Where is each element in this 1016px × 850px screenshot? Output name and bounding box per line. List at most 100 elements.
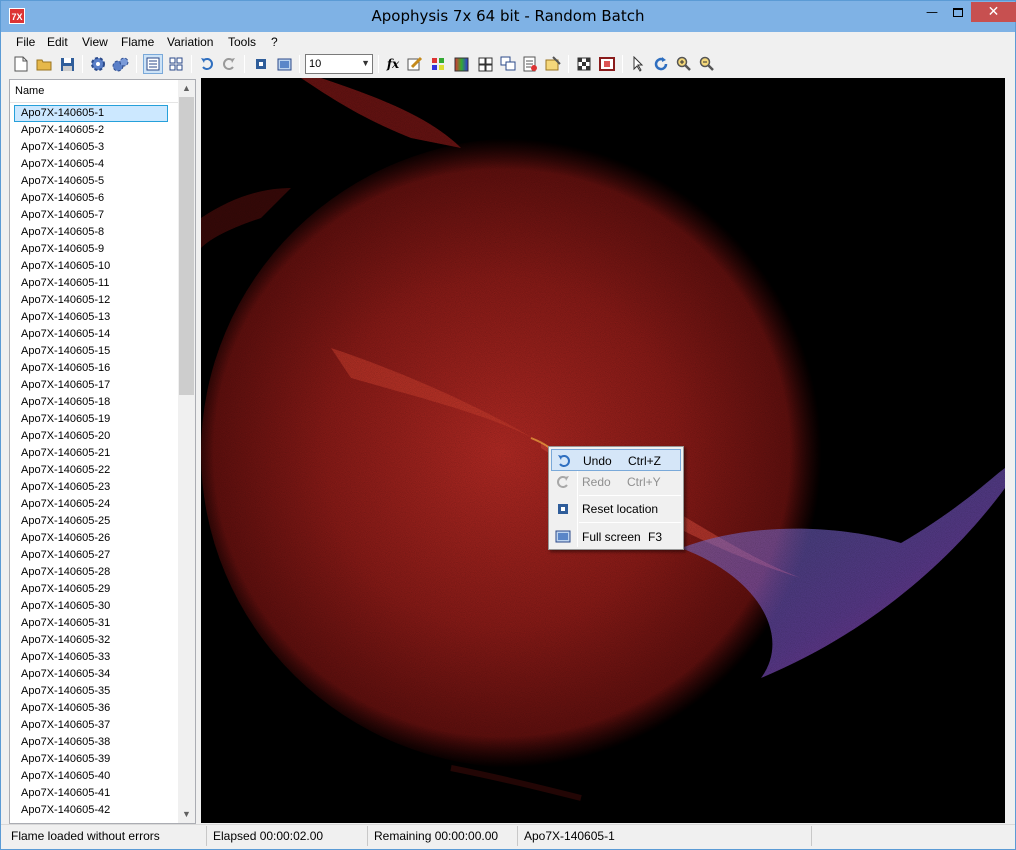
list-item[interactable]: Apo7X-140605-3	[14, 139, 168, 156]
list-item[interactable]: Apo7X-140605-31	[14, 615, 168, 632]
list-item[interactable]: Apo7X-140605-42	[14, 802, 168, 819]
list-item[interactable]: Apo7X-140605-4	[14, 156, 168, 173]
list-item[interactable]: Apo7X-140605-37	[14, 717, 168, 734]
undo-icon	[558, 455, 570, 467]
status-bar: Flame loaded without errors Elapsed 00:0…	[1, 824, 1015, 849]
maximize-icon	[953, 8, 963, 17]
options-icon[interactable]	[543, 54, 563, 74]
list-item[interactable]: Apo7X-140605-34	[14, 666, 168, 683]
list-header[interactable]: Name	[10, 80, 178, 103]
flame-list[interactable]: Name Apo7X-140605-1 Apo7X-140605-2 Apo7X-1…	[9, 79, 196, 824]
list-item[interactable]: Apo7X-140605-1	[14, 105, 168, 122]
list-item[interactable]: Apo7X-140605-40	[14, 768, 168, 785]
ctx-full-screen[interactable]: Full screen F3	[551, 526, 681, 548]
zoom-in-icon[interactable]	[674, 54, 694, 74]
maximize-button[interactable]	[945, 2, 971, 22]
list-item[interactable]: Apo7X-140605-32	[14, 632, 168, 649]
reset-location-icon	[558, 504, 568, 514]
list-rows: Apo7X-140605-1 Apo7X-140605-2 Apo7X-140605…	[10, 105, 178, 819]
undo-icon[interactable]	[197, 54, 217, 74]
ctx-redo[interactable]: Redo Ctrl+Y	[551, 471, 681, 493]
list-item[interactable]: Apo7X-140605-18	[14, 394, 168, 411]
list-item[interactable]: Apo7X-140605-9	[14, 241, 168, 258]
scroll-thumb[interactable]	[179, 97, 194, 395]
list-item[interactable]: Apo7X-140605-26	[14, 530, 168, 547]
list-view-icon[interactable]	[143, 54, 163, 74]
list-item[interactable]: Apo7X-140605-11	[14, 275, 168, 292]
menu-view[interactable]: View	[82, 34, 108, 50]
list-item[interactable]: Apo7X-140605-30	[14, 598, 168, 615]
redo-icon[interactable]	[219, 54, 239, 74]
list-item[interactable]: Apo7X-140605-25	[14, 513, 168, 530]
list-item[interactable]: Apo7X-140605-22	[14, 462, 168, 479]
editor-icon[interactable]: fx	[383, 54, 403, 74]
list-item[interactable]: Apo7X-140605-21	[14, 445, 168, 462]
list-item[interactable]: Apo7X-140605-39	[14, 751, 168, 768]
menu-flame[interactable]: Flame	[121, 34, 154, 50]
quality-combo[interactable]: 10 ▼	[305, 54, 373, 74]
list-item[interactable]: Apo7X-140605-29	[14, 581, 168, 598]
list-item[interactable]: Apo7X-140605-12	[14, 292, 168, 309]
list-item[interactable]: Apo7X-140605-19	[14, 411, 168, 428]
ctx-reset-location[interactable]: Reset location	[551, 498, 681, 520]
messages-icon[interactable]	[498, 54, 518, 74]
list-item[interactable]: Apo7X-140605-2	[14, 122, 168, 139]
list-item[interactable]: Apo7X-140605-7	[14, 207, 168, 224]
chevron-down-icon[interactable]: ▼	[361, 58, 370, 68]
list-item[interactable]: Apo7X-140605-15	[14, 343, 168, 360]
list-item[interactable]: Apo7X-140605-23	[14, 479, 168, 496]
list-item[interactable]: Apo7X-140605-5	[14, 173, 168, 190]
ctx-undo[interactable]: Undo Ctrl+Z	[551, 449, 681, 471]
list-item[interactable]: Apo7X-140605-24	[14, 496, 168, 513]
mutate-icon[interactable]	[475, 54, 495, 74]
list-item[interactable]: Apo7X-140605-41	[14, 785, 168, 802]
menu-tools[interactable]: Tools	[228, 34, 256, 50]
menu-help[interactable]: ?	[271, 34, 278, 50]
menu-file[interactable]: File	[16, 34, 35, 50]
list-item[interactable]: Apo7X-140605-6	[14, 190, 168, 207]
status-message: Flame loaded without errors	[9, 826, 207, 846]
list-item[interactable]: Apo7X-140605-13	[14, 309, 168, 326]
adjust-icon[interactable]	[405, 54, 425, 74]
transparency-icon[interactable]	[574, 54, 594, 74]
open-icon[interactable]	[34, 54, 54, 74]
list-item[interactable]: Apo7X-140605-36	[14, 700, 168, 717]
list-scrollbar[interactable]: ▲ ▼	[178, 80, 195, 823]
render-all-icon[interactable]	[111, 54, 131, 74]
full-screen-icon[interactable]	[274, 54, 294, 74]
list-item[interactable]: Apo7X-140605-27	[14, 547, 168, 564]
ctx-redo-shortcut: Ctrl+Y	[627, 475, 661, 489]
render-icon[interactable]	[88, 54, 108, 74]
script-icon[interactable]	[520, 54, 540, 74]
close-button[interactable]: ✕	[971, 2, 1016, 22]
film-icon[interactable]	[597, 54, 617, 74]
select-icon[interactable]	[628, 54, 648, 74]
list-item[interactable]: Apo7X-140605-38	[14, 734, 168, 751]
minimize-button[interactable]: —	[919, 2, 945, 22]
list-item[interactable]: Apo7X-140605-35	[14, 683, 168, 700]
list-item[interactable]: Apo7X-140605-28	[14, 564, 168, 581]
menu-variation[interactable]: Variation	[167, 34, 213, 50]
redo-icon	[557, 476, 569, 488]
scroll-up-icon[interactable]: ▲	[178, 80, 195, 97]
title-bar[interactable]: 7X Apophysis 7x 64 bit - Random Batch — …	[1, 1, 1016, 32]
rotate-icon[interactable]	[651, 54, 671, 74]
full-screen-icon	[555, 530, 571, 543]
ctx-full-screen-label: Full screen	[582, 530, 641, 544]
gradient-icon[interactable]	[451, 54, 471, 74]
list-item[interactable]: Apo7X-140605-16	[14, 360, 168, 377]
palette-icon[interactable]	[428, 54, 448, 74]
icon-view-icon[interactable]	[166, 54, 186, 74]
list-item[interactable]: Apo7X-140605-14	[14, 326, 168, 343]
reset-location-icon[interactable]	[251, 54, 271, 74]
list-item[interactable]: Apo7X-140605-33	[14, 649, 168, 666]
list-item[interactable]: Apo7X-140605-10	[14, 258, 168, 275]
list-item[interactable]: Apo7X-140605-8	[14, 224, 168, 241]
list-item[interactable]: Apo7X-140605-20	[14, 428, 168, 445]
save-icon[interactable]	[57, 54, 77, 74]
zoom-out-icon[interactable]	[697, 54, 717, 74]
new-icon[interactable]	[11, 54, 31, 74]
list-item[interactable]: Apo7X-140605-17	[14, 377, 168, 394]
scroll-down-icon[interactable]: ▼	[178, 806, 195, 823]
menu-edit[interactable]: Edit	[47, 34, 68, 50]
